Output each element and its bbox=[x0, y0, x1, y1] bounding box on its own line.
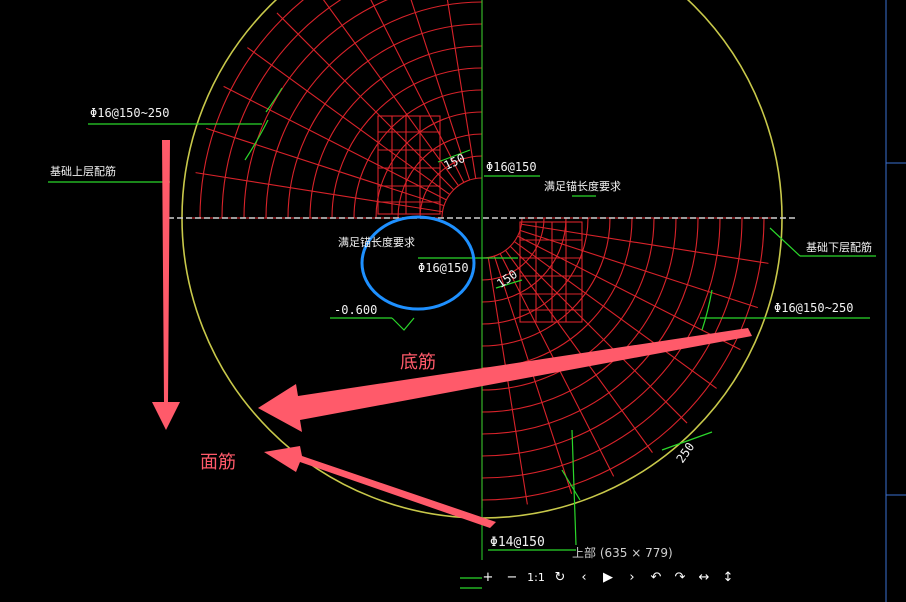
arrow-down bbox=[152, 140, 180, 430]
radial-bar bbox=[247, 47, 450, 195]
annotation-top-bars: 面筋 bbox=[200, 452, 236, 473]
radial-bar bbox=[509, 245, 688, 424]
cad-drawing: Φ16@150~250 基础上层配筋 Φ16@150 满足锚长度要求 150 满… bbox=[48, 0, 906, 602]
previous-button[interactable]: ‹ bbox=[574, 567, 594, 587]
label-rebar-center-top: Φ16@150 bbox=[486, 160, 537, 174]
label-spacing-top: 150 bbox=[442, 151, 468, 173]
radial-bar bbox=[446, 0, 477, 179]
label-spacing-bottom: 250 bbox=[673, 440, 697, 466]
annotation-arrows bbox=[152, 140, 752, 528]
label-rebar-bottom: Φ14@150 bbox=[490, 535, 545, 550]
label-foundation-top: 基础上层配筋 bbox=[50, 164, 116, 178]
hoop-bar bbox=[221, 0, 342, 219]
annotation-bottom-bars: 底筋 bbox=[400, 352, 436, 373]
flip-horizontal-button[interactable]: ↔ bbox=[694, 567, 714, 587]
rotate-left-button[interactable]: ↶ bbox=[646, 567, 666, 587]
label-bottom-rebar-right: Φ16@150~250 bbox=[774, 301, 853, 315]
label-rebar-circled: Φ16@150 bbox=[418, 261, 469, 275]
arrow-top-bars bbox=[264, 446, 496, 528]
actual-size-button[interactable]: 1:1 bbox=[526, 567, 546, 587]
radial-bar bbox=[519, 229, 758, 309]
next-button[interactable]: › bbox=[622, 567, 642, 587]
drawing-frame bbox=[885, 0, 906, 602]
radial-bar bbox=[276, 12, 455, 191]
play-button[interactable]: ▶ bbox=[598, 567, 618, 587]
image-caption: 上部 (635 × 779) bbox=[572, 546, 673, 560]
top-rebar-grid bbox=[192, 0, 483, 219]
radial-bar bbox=[206, 127, 445, 207]
flip-vertical-button[interactable]: ↕ bbox=[718, 567, 738, 587]
viewer-toolbar: + −1:1 ↻ ‹ ▶ › ↶ ↷ ↔ ↕ bbox=[478, 566, 738, 588]
reset-button[interactable]: ↻ bbox=[550, 567, 570, 587]
label-top-rebar-left: Φ16@150~250 bbox=[90, 106, 169, 120]
zoom-out-button[interactable]: − bbox=[502, 567, 522, 587]
zoom-in-button[interactable]: + bbox=[478, 567, 498, 587]
label-anchor-top: 满足锚长度要求 bbox=[544, 179, 621, 193]
label-anchor-mid: 满足锚长度要求 bbox=[338, 235, 415, 249]
rotate-right-button[interactable]: ↷ bbox=[670, 567, 690, 587]
label-foundation-bottom: 基础下层配筋 bbox=[806, 240, 872, 254]
label-elevation: -0.600 bbox=[334, 303, 377, 317]
